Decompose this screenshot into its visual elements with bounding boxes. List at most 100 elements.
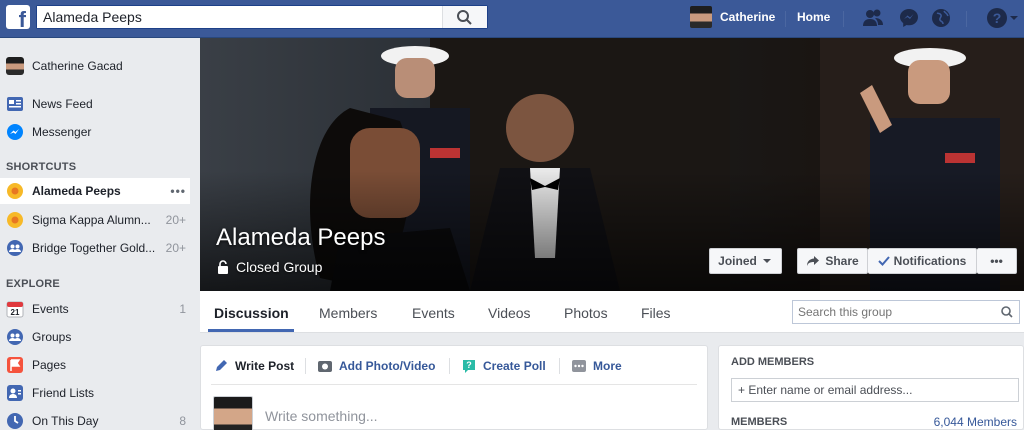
calendar-day: 21 (11, 308, 20, 317)
divider (785, 11, 786, 27)
tab-events[interactable]: Events (412, 305, 455, 321)
group-privacy: Closed Group (216, 259, 322, 275)
globe-icon[interactable] (930, 7, 952, 29)
notification-count: 20+ (165, 213, 186, 227)
members-heading: MEMBERS (731, 416, 788, 428)
tab-members[interactable]: Members (319, 305, 377, 321)
add-photo-video-tab[interactable]: Add Photo/Video (317, 358, 435, 374)
group-name[interactable]: Alameda Peeps (216, 224, 385, 252)
explore-heading: EXPLORE (6, 278, 60, 290)
global-search-input[interactable] (37, 6, 442, 28)
calendar-icon: 21 (6, 301, 24, 318)
friend-list-icon (7, 385, 23, 401)
sidebar-item-pages[interactable]: Pages (0, 352, 190, 378)
help-icon[interactable]: ? (986, 7, 1008, 29)
shortcuts-heading: SHORTCUTS (6, 161, 77, 173)
svg-text:?: ? (993, 10, 1002, 26)
share-label: Share (825, 254, 859, 268)
tab-videos[interactable]: Videos (488, 305, 531, 321)
sidebar-item-sigma-kappa[interactable]: Sigma Kappa Alumn... 20+ (0, 207, 190, 233)
profile-link[interactable]: Catherine (690, 5, 775, 29)
write-something-input[interactable]: Write something... (265, 408, 378, 424)
search-button[interactable] (442, 6, 487, 28)
notification-count: 20+ (165, 241, 186, 255)
group-search-input[interactable] (793, 301, 993, 323)
sidebar-item-events[interactable]: 21 Events 1 (0, 296, 190, 322)
friends-icon[interactable] (862, 7, 884, 29)
members-count-link[interactable]: 6,044 Members (934, 415, 1017, 429)
joined-button[interactable]: Joined (709, 248, 782, 274)
notification-count: 1 (179, 302, 186, 316)
sidebar-item-on-this-day[interactable]: On This Day 8 (0, 408, 190, 430)
divider (211, 384, 697, 385)
joined-label: Joined (718, 254, 757, 268)
flag-icon (7, 357, 23, 373)
sidebar-item-bridge-together[interactable]: Bridge Together Gold... 20+ (0, 235, 190, 261)
home-link[interactable]: Home (797, 10, 830, 24)
add-members-heading: ADD MEMBERS (731, 356, 815, 368)
sidebar-item-label: Bridge Together Gold... (32, 241, 156, 255)
lock-icon (218, 260, 228, 274)
sidebar-item-label: Pages (32, 358, 67, 372)
sidebar-item-label: Messenger (32, 125, 92, 139)
group-search (792, 300, 1020, 324)
sidebar-item-friend-lists[interactable]: Friend Lists (0, 380, 190, 406)
sidebar-item-label: Groups (32, 330, 72, 344)
sidebar-item-label: On This Day (32, 414, 99, 428)
pencil-icon (216, 360, 227, 371)
sidebar-item-label: Sigma Kappa Alumn... (32, 213, 151, 227)
more-label: ••• (990, 254, 1003, 268)
news-feed-icon (7, 97, 23, 111)
create-poll-label: Create Poll (483, 359, 546, 373)
notifications-button[interactable]: Notifications (868, 248, 977, 274)
create-poll-tab[interactable]: ? Create Poll (461, 358, 546, 374)
sidebar-item-alameda-peeps[interactable]: Alameda Peeps ••• (0, 178, 190, 204)
share-icon (807, 256, 820, 266)
left-sidebar: Catherine Gacad News Feed Messenger SHOR… (0, 38, 200, 430)
divider (559, 358, 560, 374)
share-button[interactable]: Share (797, 248, 868, 274)
add-members-input[interactable]: + Enter name or email address... (731, 378, 1019, 402)
more-tab[interactable]: More (571, 358, 622, 374)
write-post-label: Write Post (235, 359, 295, 373)
messenger-icon[interactable] (898, 7, 920, 29)
active-tab-indicator (208, 329, 294, 332)
poll-icon: ? (463, 360, 475, 373)
facebook-logo[interactable]: f (6, 5, 30, 29)
notification-count: 8 (179, 414, 186, 428)
more-options-button[interactable]: ••• (170, 184, 186, 198)
global-search (36, 5, 488, 29)
tab-discussion[interactable]: Discussion (214, 305, 289, 321)
cover-photo: Alameda Peeps Closed Group Joined Share … (200, 38, 1024, 291)
top-navigation-bar: f Catherine Home ? (0, 0, 1024, 38)
tab-files[interactable]: Files (641, 305, 671, 321)
divider (843, 11, 844, 27)
chevron-down-icon (762, 259, 771, 263)
write-post-tab[interactable]: Write Post (213, 358, 294, 374)
members-panel: ADD MEMBERS + Enter name or email addres… (718, 345, 1024, 430)
divider (966, 11, 967, 27)
add-photo-label: Add Photo/Video (339, 359, 436, 373)
messenger-icon (7, 124, 23, 140)
chevron-down-icon[interactable] (1008, 7, 1020, 29)
sidebar-profile[interactable]: Catherine Gacad (0, 53, 190, 79)
more-icon (572, 360, 586, 372)
tab-photos[interactable]: Photos (564, 305, 608, 321)
sidebar-item-news-feed[interactable]: News Feed (0, 91, 190, 117)
groups-icon (7, 240, 23, 256)
search-icon[interactable] (997, 301, 1017, 323)
more-label: More (593, 359, 622, 373)
avatar (690, 6, 712, 28)
clock-icon (7, 413, 23, 429)
notifications-label: Notifications (893, 254, 967, 268)
sidebar-item-messenger[interactable]: Messenger (0, 119, 190, 145)
sidebar-item-label: Catherine Gacad (32, 59, 123, 73)
sidebar-item-groups[interactable]: Groups (0, 324, 190, 350)
profile-name: Catherine (720, 10, 776, 24)
group-icon (7, 183, 23, 199)
search-icon (457, 10, 472, 25)
more-options-button[interactable]: ••• (977, 248, 1017, 274)
checkmark-icon (877, 256, 890, 266)
divider (305, 358, 306, 374)
avatar (6, 57, 24, 75)
